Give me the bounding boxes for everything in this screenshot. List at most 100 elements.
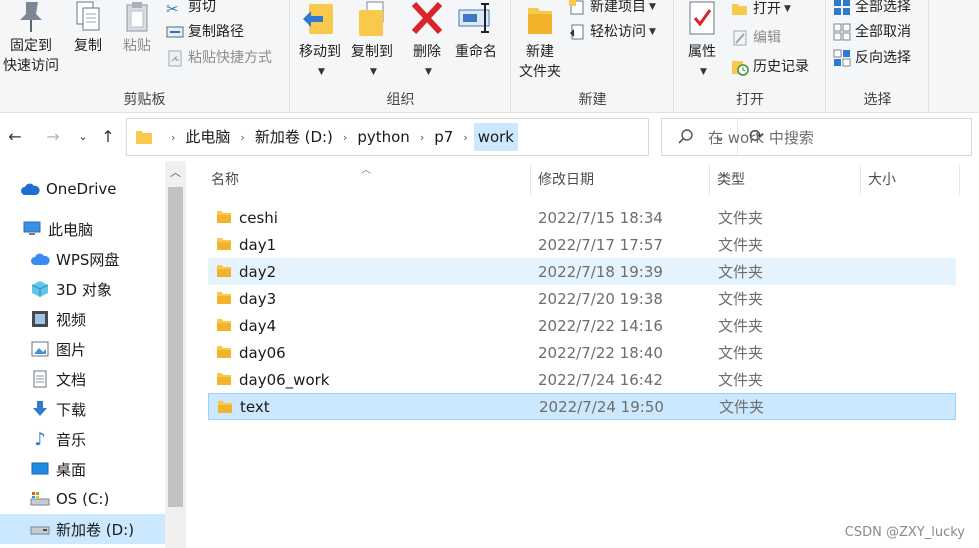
nav-item-label: 3D 对象 (56, 280, 112, 299)
paste-shortcut-button[interactable]: 粘贴快捷方式 (166, 47, 272, 69)
invert-selection-icon (833, 49, 851, 67)
nav-item-downloads[interactable]: 下载 (30, 394, 162, 424)
nav-item-desktop[interactable]: 桌面 (30, 454, 162, 484)
drive-icon (30, 520, 50, 538)
nav-item-3d-objects[interactable]: 3D 对象 (30, 274, 162, 304)
delete-label: 删除 (413, 44, 441, 60)
scroll-up-icon[interactable]: ︿ (165, 161, 186, 185)
picture-icon (30, 340, 50, 358)
list-item[interactable]: ceshi 2022/7/15 18:34 文件夹 (208, 204, 956, 231)
properties-button[interactable]: 属性 ▼ (681, 0, 723, 82)
rename-button[interactable]: 重命名 (451, 0, 501, 62)
list-item[interactable]: day2 2022/7/18 19:39 文件夹 (208, 258, 956, 285)
file-list: ︿ 名称 修改日期 类型 大小 ceshi 2022/7/15 18:34 文件… (186, 161, 979, 548)
breadcrumb-python[interactable]: python (353, 123, 413, 151)
select-none-icon (833, 23, 851, 41)
history-button[interactable]: 历史记录 (731, 56, 809, 78)
nav-item-music[interactable]: ♪ 音乐 (30, 424, 162, 454)
column-divider[interactable] (709, 165, 710, 195)
easy-access-button[interactable]: 轻松访问 ▼ (568, 21, 656, 43)
wps-cloud-icon (30, 250, 50, 268)
column-header-date[interactable]: 修改日期 (538, 161, 708, 199)
breadcrumb-this-pc[interactable]: 此电脑 (181, 123, 234, 151)
list-item[interactable]: day06_work 2022/7/24 16:42 文件夹 (208, 366, 956, 393)
new-item-button[interactable]: 新建项目 ▼ (568, 0, 656, 18)
nav-item-videos[interactable]: 视频 (30, 304, 162, 334)
copy-button[interactable]: 复制 (68, 0, 108, 56)
copy-to-label: 复制到 (351, 44, 393, 60)
history-icon (732, 61, 749, 76)
back-button[interactable]: ← (4, 125, 26, 149)
pin-to-quick-access-button[interactable]: 固定到 快速访问 (0, 0, 62, 76)
copy-path-button[interactable]: 复制路径 (166, 21, 244, 43)
column-divider[interactable] (959, 165, 960, 195)
list-item[interactable]: text 2022/7/24 19:50 文件夹 (208, 393, 956, 420)
scroll-thumb[interactable] (168, 187, 183, 507)
easy-access-icon (570, 24, 584, 40)
nav-item-onedrive[interactable]: OneDrive (20, 174, 160, 204)
nav-item-drive-d[interactable]: 新加卷 (D:) (0, 514, 165, 544)
select-all-button[interactable]: 全部选择 (833, 0, 911, 18)
edit-button[interactable]: 编辑 (731, 27, 781, 49)
invert-selection-button[interactable]: 反向选择 (833, 47, 911, 69)
move-to-button[interactable]: 移动到 ▼ (295, 0, 345, 82)
up-button[interactable]: ↑ (97, 125, 119, 149)
address-bar[interactable]: › 此电脑 › 新加卷 (D:) › python › p7 › work ⌄ … (126, 118, 764, 156)
column-divider[interactable] (530, 165, 531, 195)
forward-button[interactable]: → (42, 125, 64, 149)
column-header-name[interactable]: 名称 (211, 161, 526, 199)
watermark: CSDN @ZXY_lucky (844, 525, 965, 540)
breadcrumb-drive-d[interactable]: 新加卷 (D:) (251, 123, 337, 151)
copy-path-label: 复制路径 (188, 24, 244, 40)
breadcrumb-work[interactable]: work (473, 123, 518, 151)
new-item-icon (569, 0, 584, 15)
rename-icon (458, 3, 490, 33)
paste-shortcut-label: 粘贴快捷方式 (188, 50, 272, 66)
nav-item-documents[interactable]: 文档 (30, 364, 162, 394)
search-box[interactable]: 在 work 中搜索 (661, 118, 972, 156)
nav-item-pictures[interactable]: 图片 (30, 334, 162, 364)
nav-scrollbar[interactable]: ︿ (165, 161, 186, 548)
nav-item-label: 图片 (56, 340, 87, 359)
list-item[interactable]: day3 2022/7/20 19:38 文件夹 (208, 285, 956, 312)
paste-button[interactable]: 粘贴 (116, 0, 158, 56)
open-button[interactable]: 打开 ▼ (731, 0, 791, 20)
recent-locations-button[interactable]: ⌄ (72, 125, 94, 149)
item-type: 文件夹 (718, 236, 764, 254)
copy-to-button[interactable]: 复制到 ▼ (347, 0, 397, 82)
document-icon (30, 370, 50, 388)
copy-to-icon (359, 1, 384, 36)
column-header-size[interactable]: 大小 (868, 161, 958, 199)
item-name: day3 (239, 289, 277, 308)
item-date: 2022/7/22 14:16 (538, 316, 663, 335)
search-placeholder: 在 work 中搜索 (708, 128, 814, 147)
list-item[interactable]: day06 2022/7/22 18:40 文件夹 (208, 339, 956, 366)
column-divider[interactable] (860, 165, 861, 195)
delete-dropdown-icon: ▼ (425, 67, 432, 77)
properties-label: 属性 (688, 44, 716, 60)
list-item[interactable]: day4 2022/7/22 14:16 文件夹 (208, 312, 956, 339)
open-dropdown-icon: ▼ (784, 4, 791, 14)
cut-button[interactable]: ✂ 剪切 (166, 0, 216, 18)
nav-item-this-pc[interactable]: 此电脑 (22, 214, 162, 244)
column-header-type[interactable]: 类型 (717, 161, 857, 199)
pin-icon (20, 2, 42, 32)
paste-icon (126, 2, 148, 32)
download-arrow-icon (30, 400, 50, 418)
nav-item-drive-c[interactable]: OS (C:) (30, 484, 162, 514)
breadcrumb-separator-icon: › (342, 130, 348, 144)
nav-item-label: 桌面 (56, 460, 87, 479)
select-none-button[interactable]: 全部取消 (833, 21, 911, 43)
nav-item-wps-drive[interactable]: WPS网盘 (30, 244, 162, 274)
navigation-pane: OneDrive 此电脑 WPS网盘 3D 对象 视频 图片 文档 下载 ♪ 音… (0, 161, 186, 548)
delete-button[interactable]: 删除 ▼ (407, 0, 447, 82)
list-item[interactable]: day1 2022/7/17 17:57 文件夹 (208, 231, 956, 258)
breadcrumb-p7[interactable]: p7 (430, 123, 457, 151)
edit-icon (733, 30, 747, 46)
os-drive-icon (30, 490, 50, 508)
new-folder-button[interactable]: 新建 文件夹 (514, 0, 566, 82)
folder-icon (217, 292, 231, 304)
invert-selection-label: 反向选择 (855, 50, 911, 66)
copy-path-icon (166, 26, 184, 38)
folder-icon (217, 265, 231, 277)
